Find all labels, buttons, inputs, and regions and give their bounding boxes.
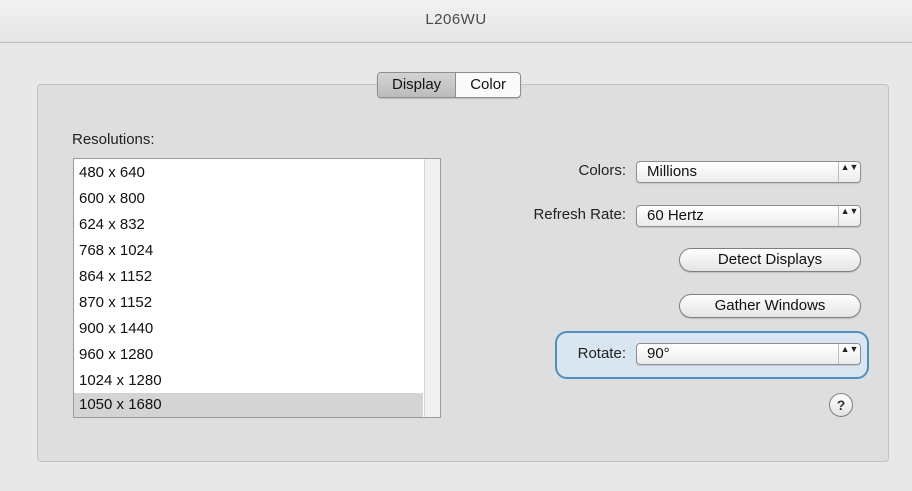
- popup-arrows-icon: ▲▼: [838, 344, 860, 364]
- refresh-rate-value: 60 Hertz: [647, 207, 704, 224]
- rotate-label: Rotate:: [577, 345, 626, 362]
- refresh-rate-label: Refresh Rate:: [533, 206, 626, 223]
- popup-arrows-icon: ▲▼: [838, 206, 860, 226]
- colors-value: Millions: [647, 163, 698, 180]
- colors-label: Colors:: [578, 162, 626, 179]
- refresh-rate-popup[interactable]: 60 Hertz ▲▼: [636, 205, 861, 227]
- list-item[interactable]: 768 x 1024: [74, 239, 423, 263]
- resolutions-label: Resolutions:: [72, 131, 155, 148]
- list-item[interactable]: 864 x 1152: [74, 265, 423, 289]
- colors-popup[interactable]: Millions ▲▼: [636, 161, 861, 183]
- window-titlebar: L206WU: [0, 0, 912, 43]
- rotate-popup[interactable]: 90° ▲▼: [636, 343, 861, 365]
- list-item[interactable]: 900 x 1440: [74, 317, 423, 341]
- popup-arrows-icon: ▲▼: [838, 162, 860, 182]
- help-icon[interactable]: ?: [829, 393, 853, 417]
- list-item[interactable]: 960 x 1280: [74, 343, 423, 367]
- list-item-selected[interactable]: 1050 x 1680: [74, 393, 423, 417]
- list-item[interactable]: 480 x 640: [74, 161, 423, 185]
- tab-display[interactable]: Display: [378, 73, 457, 97]
- window-title: L206WU: [425, 11, 487, 28]
- gather-windows-button[interactable]: Gather Windows: [679, 294, 861, 318]
- list-item[interactable]: 1024 x 1280: [74, 369, 423, 393]
- detect-displays-button[interactable]: Detect Displays: [679, 248, 861, 272]
- list-item[interactable]: 600 x 800: [74, 187, 423, 211]
- resolutions-list[interactable]: 480 x 640 600 x 800 624 x 832 768 x 1024…: [73, 158, 441, 418]
- tab-color[interactable]: Color: [456, 73, 520, 97]
- rotate-value: 90°: [647, 345, 670, 362]
- list-item[interactable]: 624 x 832: [74, 213, 423, 237]
- list-scrollbar[interactable]: [424, 159, 440, 417]
- tab-bar: Display Color: [377, 72, 522, 98]
- list-item[interactable]: 870 x 1152: [74, 291, 423, 315]
